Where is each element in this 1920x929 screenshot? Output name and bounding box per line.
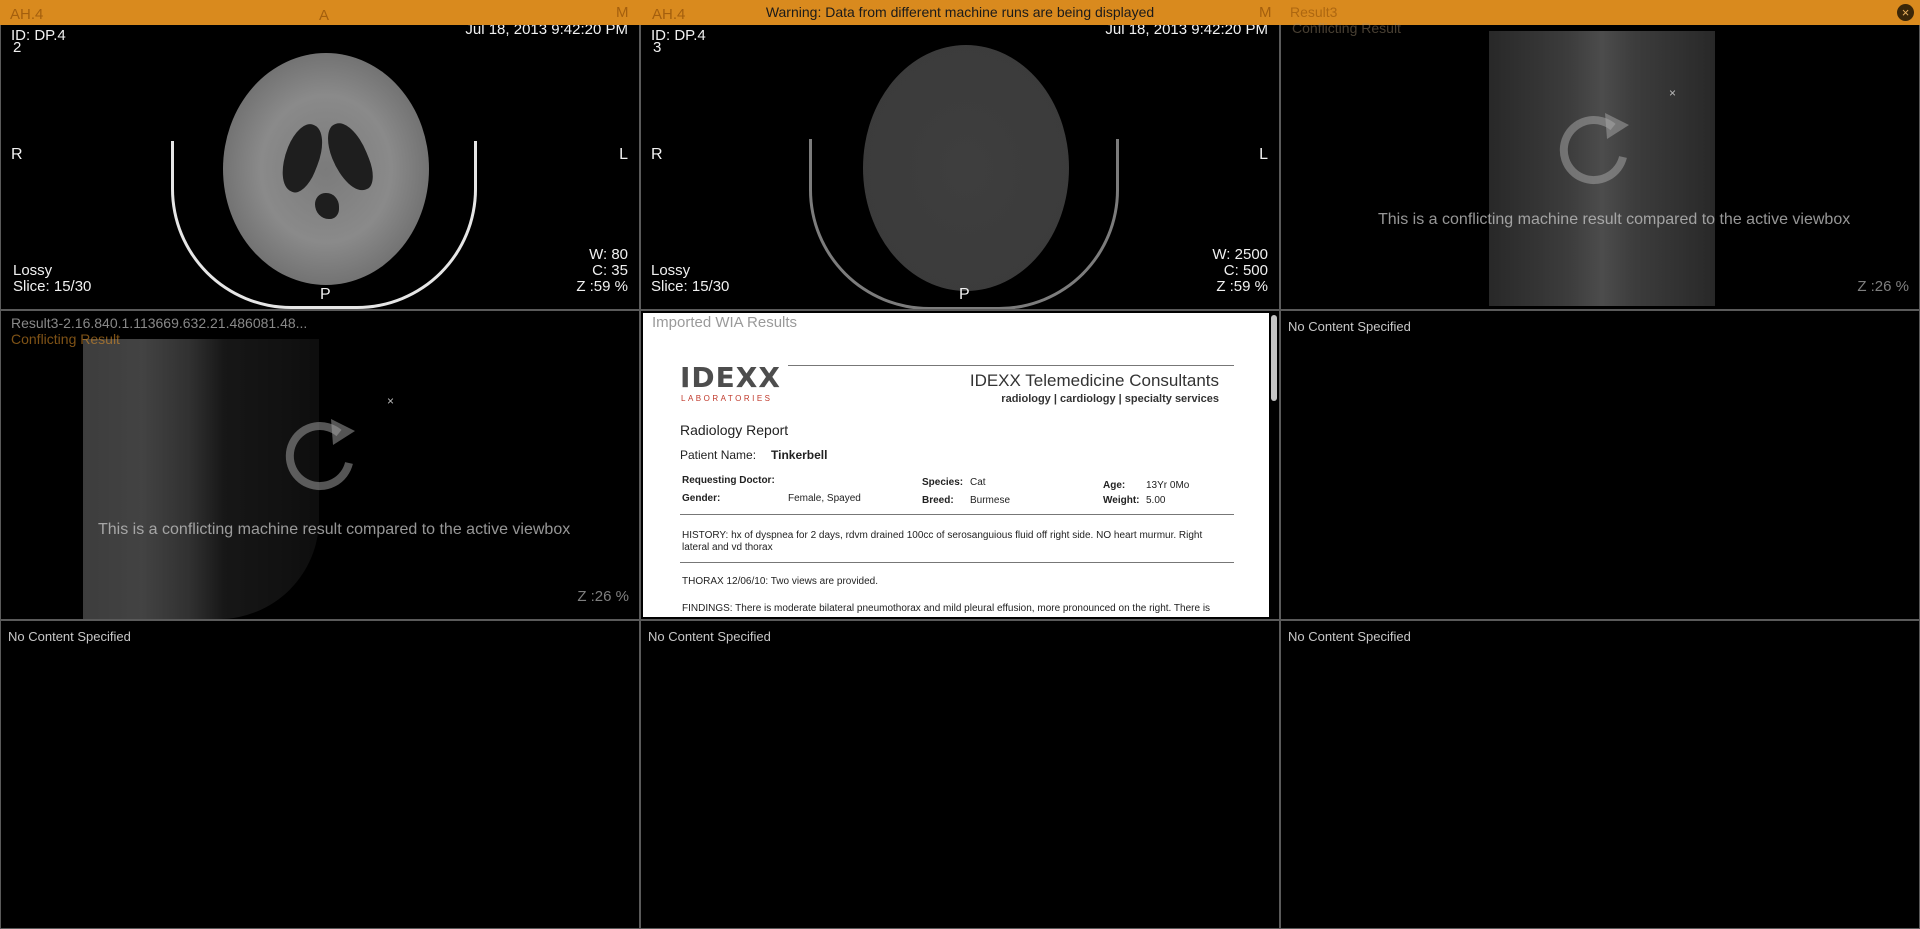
tile2-orientation-marker: M [1259,4,1272,21]
empty-viewbox-label: No Content Specified [1288,319,1411,334]
close-icon[interactable]: × [387,394,394,408]
slice-indicator: Slice: 15/30 [651,278,730,295]
orientation-right: R [11,146,23,163]
weight-label: Weight: [1103,495,1140,506]
viewbox-8[interactable]: No Content Specified [640,620,1280,929]
zoom-level: Z :59 % [576,278,628,295]
window-center: C: 35 [592,262,628,279]
radiology-report-document: Imported WIA Results IDEXX LABORATORIES … [643,313,1269,617]
orientation-left: L [1259,146,1268,163]
zoom-level: Z :59 % [1216,278,1268,295]
gender-label: Gender: [682,493,721,504]
report-title: Radiology Report [680,422,789,438]
reload-icon [1559,113,1629,185]
consultants-title: IDEXX Telemedicine Consultants [969,371,1219,390]
patient-label: Patient Name: [680,448,757,462]
idexx-logo: IDEXX [680,361,781,394]
age-value: 13Yr 0Mo [1146,480,1190,491]
breed-value: Burmese [970,495,1011,506]
slice-indicator: Slice: 15/30 [13,278,92,295]
age-label: Age: [1103,480,1126,491]
empty-viewbox-label: No Content Specified [648,629,771,644]
empty-viewbox-label: No Content Specified [1288,629,1411,644]
close-icon[interactable]: × [1669,86,1676,100]
patient-name: Tinkerbell [771,448,828,462]
zoom-level: Z :26 % [1857,278,1909,295]
species-value: Cat [970,477,986,488]
tile3-title: Result3 [1290,4,1338,20]
viewbox-3[interactable]: This is a conflicting machine result com… [1280,0,1920,310]
reload-icon [285,419,355,491]
conflict-status: Conflicting Result [11,331,120,347]
viewbox-4[interactable]: Result3-2.16.840.1.113669.632.21.486081.… [0,310,640,620]
divider [788,365,1234,366]
tile1-header-label: AH.4 [10,6,44,23]
report-header: Imported WIA Results [652,314,798,331]
viewbox-2[interactable]: ID: DP.4 3 Jul 18, 2013 9:42:20 PM R L P… [640,0,1280,310]
empty-viewbox-label: No Content Specified [8,629,131,644]
orientation-posterior: P [959,286,970,303]
tile3-conflict-status: Conflicting Result [1292,20,1401,36]
history-line-1: HISTORY: hx of dyspnea for 2 days, rdvm … [682,530,1203,541]
series-number: 2 [13,39,22,56]
divider [680,514,1234,515]
tile1-orientation-anterior: A [319,7,330,24]
viewbox-5[interactable]: Imported WIA Results IDEXX LABORATORIES … [640,310,1280,620]
idexx-logo-sub: LABORATORIES [681,394,773,403]
window-center: C: 500 [1223,262,1268,279]
weight-value: 5.00 [1146,495,1166,506]
zoom-level: Z :26 % [577,588,629,605]
window-width: W: 2500 [1212,246,1268,263]
requesting-doctor-label: Requesting Doctor: [682,475,775,486]
species-label: Species: [922,477,964,488]
compression-label: Lossy [13,262,53,279]
gender-value: Female, Spayed [788,493,861,504]
orientation-left: L [619,146,628,163]
viewbox-6[interactable]: No Content Specified [1280,310,1920,620]
report-scrollbar[interactable] [1271,315,1277,401]
ct-brain-soft-tissue-image [223,53,429,285]
compression-label: Lossy [651,262,691,279]
viewbox-title: Result3-2.16.840.1.113669.632.21.486081.… [11,315,308,331]
window-width: W: 80 [589,246,628,263]
viewbox-1[interactable]: ID: DP.4 2 Jul 18, 2013 9:42:20 PM R L P… [0,0,640,310]
ct-brain-bone-image [863,45,1069,291]
orientation-right: R [651,146,663,163]
findings-line: FINDINGS: There is moderate bilateral pn… [682,603,1211,614]
viewbox-9[interactable]: No Content Specified [1280,620,1920,929]
warning-text: Warning: Data from different machine run… [765,4,1155,20]
divider [680,562,1234,563]
conflict-message: This is a conflicting machine result com… [1378,211,1851,228]
viewbox-7[interactable]: No Content Specified [0,620,640,929]
tile2-header-label: AH.4 [652,6,686,23]
orientation-posterior: P [320,286,331,303]
viewer-grid: Warning: Data from different machine run… [0,0,1920,929]
warning-banner: Warning: Data from different machine run… [0,0,1920,25]
series-number: 3 [653,39,662,56]
conflict-message: This is a conflicting machine result com… [98,521,571,538]
tile1-orientation-marker: M [616,4,629,21]
history-line-2: lateral and vd thorax [682,542,773,553]
services-line: radiology | cardiology | specialty servi… [1001,393,1219,405]
thorax-line: THORAX 12/06/10: Two views are provided. [682,576,879,587]
warning-close-button[interactable]: × [1897,4,1914,21]
breed-label: Breed: [922,495,954,506]
